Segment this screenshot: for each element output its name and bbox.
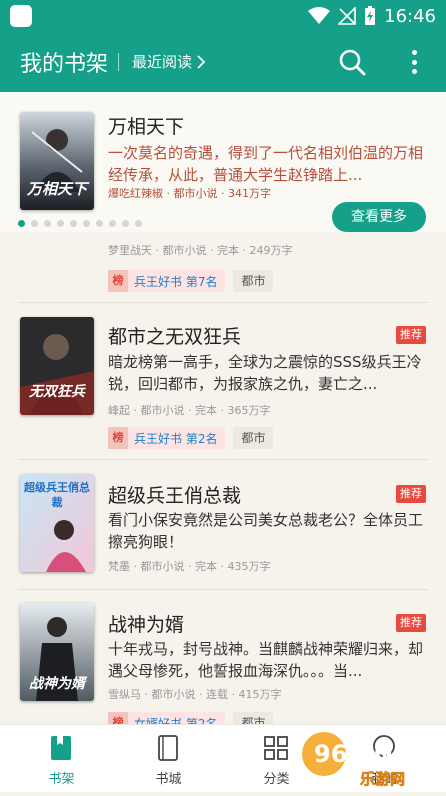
category-tag[interactable]: 都市 [233, 712, 274, 724]
rank-tag[interactable]: 榜 兵王好书 第7名 [108, 270, 226, 292]
search-button[interactable] [338, 48, 366, 76]
recommend-badge: 推荐 [396, 614, 426, 632]
site-watermark: 962.NET 乐游网 [300, 716, 446, 792]
featured-description: 一次莫名的奇遇，得到了一代名相刘伯温的万相经传承，从此，普通大学生赵铮踏上... [108, 144, 424, 184]
clock: 16:46 [384, 5, 436, 27]
book-title[interactable]: 战神为婿 [108, 610, 184, 637]
rank-tag[interactable]: 榜 兵王好书 第2名 [108, 427, 226, 449]
book-cover-text: 战神为婿 [29, 676, 85, 692]
featured-cover[interactable]: 万相天下 [20, 112, 94, 210]
list-divider [18, 589, 428, 590]
book-cover-text: 无双狂兵 [29, 384, 85, 400]
carousel-dot[interactable] [57, 220, 64, 227]
partial-book-meta: 梦里战天 · 都市小说 · 完本 · 249万字 [108, 244, 293, 257]
partial-book-tags: 榜 兵王好书 第7名 都市 [108, 270, 274, 292]
status-bar: 16:46 [0, 0, 446, 32]
rank-icon: 榜 [108, 712, 128, 724]
recent-reading-link[interactable]: 最近阅读 [132, 51, 206, 72]
list-divider [18, 459, 428, 460]
rank-tag[interactable]: 榜 女婿好书 第2名 [108, 712, 226, 725]
view-more-button[interactable]: 查看更多 [332, 202, 426, 232]
recent-reading-label: 最近阅读 [132, 53, 193, 71]
app-notification-icon [10, 5, 32, 27]
rank-text: 女婿好书 第2名 [134, 716, 218, 725]
category-tag[interactable]: 都市 [233, 427, 274, 449]
book-tags: 榜 女婿好书 第2名 都市 [108, 712, 274, 725]
book-cover[interactable]: 超级兵王俏总裁 [20, 474, 94, 572]
list-divider [18, 302, 428, 303]
featured-cover-text: 万相天下 [26, 180, 87, 198]
tab-label: 书架 [48, 772, 75, 787]
bookshelf-icon [51, 736, 71, 760]
book-title[interactable]: 超级兵王俏总裁 [108, 481, 241, 508]
rank-text: 兵王好书 第7名 [134, 274, 218, 289]
carousel-dot[interactable] [122, 220, 129, 227]
bookshelf-list[interactable]: 万相天下 万相天下 一次莫名的奇遇，得到了一代名相刘伯温的万相经传承，从此，普通… [0, 92, 446, 724]
book-tags: 榜 兵王好书 第2名 都市 [108, 427, 274, 449]
book-cover[interactable]: 战神为婿 [20, 603, 94, 701]
search-icon [339, 49, 366, 76]
book-cover-text: 超级兵王俏总裁 [24, 481, 90, 509]
carousel-dot[interactable] [18, 220, 25, 227]
category-tag[interactable]: 都市 [233, 270, 274, 292]
more-dot-icon [411, 69, 417, 74]
battery-charging-icon [365, 6, 376, 25]
carousel-dots[interactable] [18, 220, 142, 227]
recommend-badge: 推荐 [396, 485, 426, 503]
book-meta: 雪纵马 · 都市小说 · 连载 · 415万字 [108, 688, 282, 701]
category-icon [264, 736, 288, 760]
book-description: 十年戎马，封号战神。当麒麟战神荣耀归来，却遇父母惨死，他誓报血海深仇。。。当..… [108, 640, 424, 680]
more-menu-button[interactable] [404, 48, 424, 76]
app-bar: 我的书架 最近阅读 [0, 32, 446, 92]
book-title[interactable]: 都市之无双狂兵 [108, 322, 241, 349]
rank-icon: 榜 [108, 427, 128, 449]
book-cover[interactable]: 无双狂兵 [20, 317, 94, 415]
recommend-badge: 推荐 [396, 326, 426, 344]
more-dot-icon [411, 50, 417, 55]
tab-bookstore[interactable]: 书城 [113, 725, 224, 793]
carousel-dot[interactable] [31, 220, 38, 227]
book-description: 暗龙榜第一高手，全球为之震惊的SSS级兵王冷锐，回归都市，为报家族之仇，妻亡之.… [108, 353, 422, 393]
tab-label: 书城 [155, 772, 182, 787]
bookstore-icon [158, 735, 178, 761]
no-signal-icon [338, 7, 356, 25]
book-description: 看门小保安竟然是公司美女总裁老公？全体员工擦亮狗眼！ [108, 511, 424, 551]
tab-bookshelf[interactable]: 书架 [6, 725, 117, 793]
title-divider [118, 53, 119, 71]
watermark-line2: 乐游网 [360, 770, 405, 788]
more-dot-icon [411, 59, 417, 65]
book-meta: 峰起 · 都市小说 · 完本 · 365万字 [108, 404, 271, 417]
carousel-dot[interactable] [109, 220, 116, 227]
rank-icon: 榜 [108, 270, 128, 292]
carousel-dot[interactable] [83, 220, 90, 227]
carousel-dot[interactable] [96, 220, 103, 227]
rank-text: 兵王好书 第2名 [134, 431, 218, 446]
wifi-icon [308, 7, 331, 24]
carousel-dot[interactable] [70, 220, 77, 227]
watermark-line1: 962.NET [314, 740, 427, 768]
book-meta: 梵墨 · 都市小说 · 完本 · 435万字 [108, 560, 271, 573]
carousel-dot[interactable] [44, 220, 51, 227]
featured-meta: 爆吃红辣椒 · 都市小说 · 341万字 [108, 187, 271, 200]
chevron-right-icon [197, 54, 206, 69]
featured-banner[interactable]: 万相天下 万相天下 一次莫名的奇遇，得到了一代名相刘伯温的万相经传承，从此，普通… [0, 92, 446, 232]
page-title: 我的书架 [20, 52, 109, 77]
carousel-dot[interactable] [135, 220, 142, 227]
featured-title[interactable]: 万相天下 [108, 112, 184, 139]
